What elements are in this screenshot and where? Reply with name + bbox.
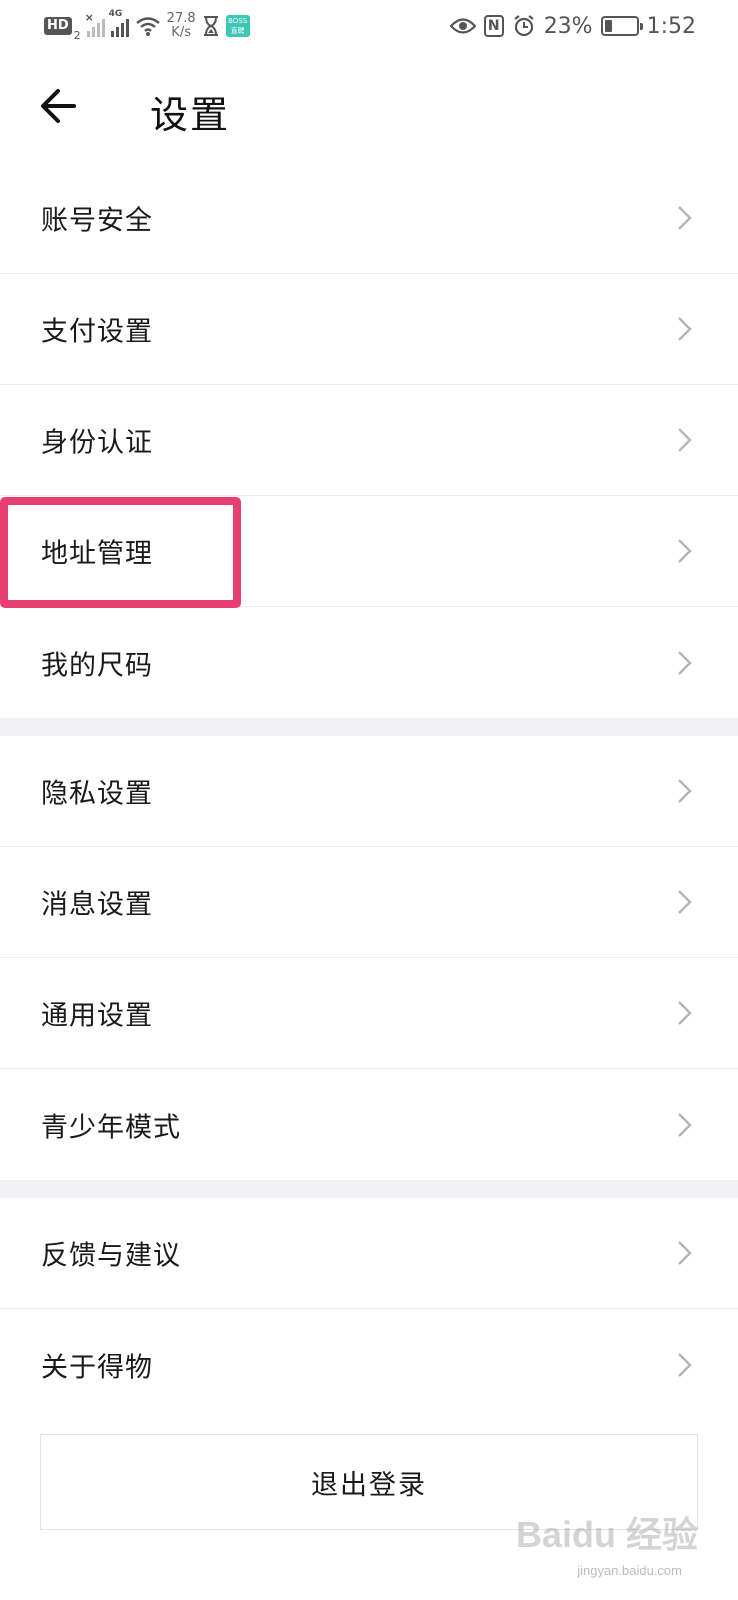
settings-item-label: 关于得物 [41, 1352, 153, 1383]
settings-item-account-security[interactable]: 账号安全 [0, 163, 738, 274]
settings-group-about: 反馈与建议 关于得物 [0, 1198, 738, 1420]
back-arrow-icon[interactable] [36, 84, 80, 128]
settings-group-account: 账号安全 支付设置 身份认证 地址管理 我的尺码 [0, 163, 738, 718]
settings-group-preferences: 隐私设置 消息设置 通用设置 青少年模式 [0, 736, 738, 1180]
chevron-right-icon [678, 428, 692, 452]
settings-item-identity[interactable]: 身份认证 [0, 385, 738, 496]
settings-item-label: 隐私设置 [41, 778, 153, 810]
settings-item-about[interactable]: 关于得物 [0, 1309, 738, 1420]
settings-item-feedback[interactable]: 反馈与建议 [0, 1198, 738, 1309]
chevron-right-icon [678, 1112, 692, 1137]
network-speed-unit: K/s [171, 25, 191, 40]
settings-item-label: 反馈与建议 [41, 1240, 181, 1272]
chevron-right-icon [678, 1352, 692, 1377]
chevron-right-icon [678, 317, 692, 341]
settings-item-label: 青少年模式 [41, 1112, 181, 1143]
battery-percent: 23% [543, 13, 593, 39]
sim2-signal-icon: 4G [109, 9, 129, 37]
settings-item-label: 账号安全 [41, 205, 153, 237]
baidu-watermark-logo: Baidu 经验 [515, 1514, 698, 1555]
page-title: 设置 [150, 93, 231, 137]
network-speed: 27.8 K/s [167, 12, 196, 40]
clock: 1:52 [646, 13, 696, 39]
hourglass-icon [203, 16, 218, 36]
chevron-right-icon [678, 1241, 692, 1265]
boss-app-icon: BOSS 直聘 [225, 15, 250, 37]
settings-item-size[interactable]: 我的尺码 [0, 607, 738, 718]
settings-item-label: 我的尺码 [41, 650, 153, 681]
hd-sub-label: 2 [73, 29, 81, 42]
battery-icon [600, 16, 643, 36]
alarm-icon [514, 15, 534, 37]
settings-item-label: 消息设置 [41, 889, 153, 921]
chevron-right-icon [678, 890, 692, 914]
chevron-right-icon [678, 206, 692, 230]
chevron-right-icon [678, 779, 692, 803]
chevron-right-icon [678, 1001, 692, 1025]
settings-item-privacy[interactable]: 隐私设置 [0, 736, 738, 847]
settings-item-label: 身份认证 [41, 427, 153, 459]
nfc-icon: N [483, 15, 504, 37]
network-speed-value: 27.8 [166, 11, 196, 26]
hd-icon: HD [44, 17, 72, 35]
settings-item-label: 支付设置 [41, 316, 153, 348]
settings-item-messages[interactable]: 消息设置 [0, 847, 738, 958]
header: 设置 [0, 70, 738, 150]
settings-item-general[interactable]: 通用设置 [0, 958, 738, 1069]
sim1-signal-icon: × [85, 11, 105, 37]
eye-icon [449, 18, 476, 34]
wifi-icon [135, 17, 160, 36]
section-gap [0, 1180, 738, 1198]
settings-item-payment[interactable]: 支付设置 [0, 274, 738, 385]
status-bar: HD 2 × 4G 27.8 K/s BOSS 直聘 N 23% 1:52 [0, 0, 738, 52]
chevron-right-icon [678, 650, 692, 675]
chevron-right-icon [678, 539, 692, 563]
baidu-watermark-url: jingyan.baidu.com [577, 1563, 682, 1578]
status-bar-left: HD 2 × 4G 27.8 K/s BOSS 直聘 [44, 9, 250, 42]
settings-item-teen-mode[interactable]: 青少年模式 [0, 1069, 738, 1180]
status-bar-right: N 23% 1:52 [449, 10, 696, 42]
section-gap [0, 718, 738, 736]
battery-fill [604, 20, 612, 32]
highlight-annotation [0, 497, 241, 608]
settings-item-label: 通用设置 [41, 1000, 153, 1032]
